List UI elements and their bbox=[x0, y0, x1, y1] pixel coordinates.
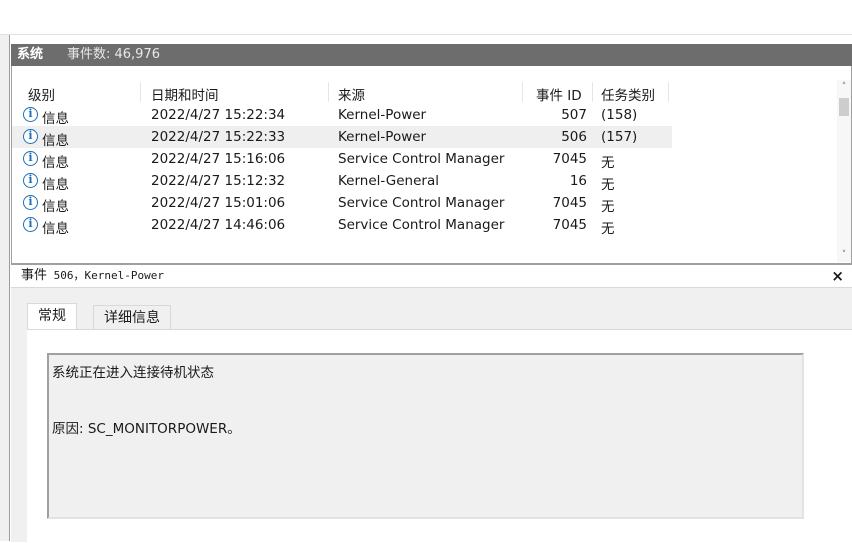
column-separator[interactable] bbox=[328, 82, 329, 102]
event-row[interactable]: 信息 2022/4/27 15:12:32 Kernel-General 16 … bbox=[12, 170, 672, 193]
column-header-source[interactable]: 来源 bbox=[338, 84, 365, 104]
event-detail-title-prefix: 事件 bbox=[21, 268, 48, 283]
event-level: 信息 bbox=[42, 133, 69, 149]
event-datetime: 2022/4/27 15:12:32 bbox=[151, 173, 286, 189]
event-row[interactable]: 信息 2022/4/27 15:01:06 Service Control Ma… bbox=[12, 192, 672, 215]
event-id: 7045 bbox=[552, 151, 587, 167]
event-detail-title: 事件 506，Kernel-Power bbox=[21, 265, 164, 287]
column-header-datetime[interactable]: 日期和时间 bbox=[151, 84, 219, 104]
event-row[interactable]: 信息 2022/4/27 15:16:06 Service Control Ma… bbox=[12, 148, 672, 171]
event-list-scrollbar[interactable]: ˄ ˅ bbox=[837, 80, 851, 262]
event-detail-title-id-source: 506，Kernel-Power bbox=[47, 269, 164, 282]
event-level: 信息 bbox=[42, 221, 69, 237]
event-log-panel: 系统 事件数: 46,976 级别 日期和时间 来源 事件 ID 任务类别 信息… bbox=[11, 44, 852, 543]
event-task-category: 无 bbox=[601, 199, 615, 215]
event-row[interactable]: 信息 2022/4/27 14:46:06 Service Control Ma… bbox=[12, 214, 672, 237]
event-source: Kernel-Power bbox=[338, 129, 427, 145]
info-icon bbox=[23, 217, 38, 232]
event-id: 7045 bbox=[552, 217, 587, 233]
event-level: 信息 bbox=[42, 111, 69, 127]
close-icon[interactable]: × bbox=[831, 265, 844, 287]
column-separator[interactable] bbox=[668, 82, 669, 102]
column-header-task-category[interactable]: 任务类别 bbox=[601, 84, 655, 104]
event-task-category: 无 bbox=[601, 155, 615, 171]
event-datetime: 2022/4/27 15:01:06 bbox=[151, 195, 286, 211]
event-id: 507 bbox=[561, 107, 587, 123]
event-message-box[interactable]: 系统正在进入连接待机状态 原因: SC_MONITORPOWER。 bbox=[47, 353, 804, 519]
event-row[interactable]: 信息 2022/4/27 15:22:34 Kernel-Power 507 (… bbox=[12, 104, 672, 127]
event-count: 事件数: 46,976 bbox=[67, 47, 160, 62]
event-detail-pane: 事件 506，Kernel-Power × 常规 详细信息 系统正在进入连接待机… bbox=[11, 264, 852, 543]
event-task-category: (157) bbox=[601, 129, 638, 145]
column-header-level[interactable]: 级别 bbox=[28, 84, 55, 104]
log-name: 系统 bbox=[17, 47, 44, 62]
event-level: 信息 bbox=[42, 155, 69, 171]
event-datetime: 2022/4/27 15:22:34 bbox=[151, 107, 286, 123]
tab-general[interactable]: 常规 bbox=[27, 303, 77, 330]
event-list-header: 级别 日期和时间 来源 事件 ID 任务类别 bbox=[12, 80, 672, 104]
event-source: Service Control Manager bbox=[338, 151, 505, 167]
event-level: 信息 bbox=[42, 177, 69, 193]
event-source: Service Control Manager bbox=[338, 195, 505, 211]
column-separator[interactable] bbox=[140, 82, 141, 102]
event-list[interactable]: 级别 日期和时间 来源 事件 ID 任务类别 信息 2022/4/27 15:2… bbox=[11, 66, 852, 264]
event-task-category: 无 bbox=[601, 177, 615, 193]
scroll-up-icon[interactable]: ˄ bbox=[837, 82, 851, 92]
event-source: Kernel-General bbox=[338, 173, 439, 189]
event-source: Kernel-Power bbox=[338, 107, 427, 123]
event-detail-title-bar: 事件 506，Kernel-Power × bbox=[11, 265, 852, 288]
info-icon bbox=[23, 173, 38, 188]
event-id: 506 bbox=[561, 129, 587, 145]
column-header-event-id[interactable]: 事件 ID bbox=[536, 84, 582, 104]
event-task-category: 无 bbox=[601, 221, 615, 237]
event-datetime: 2022/4/27 15:16:06 bbox=[151, 151, 286, 167]
column-separator[interactable] bbox=[592, 82, 593, 102]
scrollbar-thumb[interactable] bbox=[839, 98, 849, 116]
event-row-selected[interactable]: 信息 2022/4/27 15:22:33 Kernel-Power 506 (… bbox=[12, 126, 672, 149]
top-toolbar-area bbox=[0, 0, 852, 35]
event-message-line: 系统正在进入连接待机状态 bbox=[52, 365, 214, 381]
tab-details[interactable]: 详细信息 bbox=[93, 305, 171, 329]
event-datetime: 2022/4/27 15:22:33 bbox=[151, 129, 286, 145]
event-task-category: (158) bbox=[601, 107, 638, 123]
event-datetime: 2022/4/27 14:46:06 bbox=[151, 217, 286, 233]
column-separator[interactable] bbox=[522, 82, 523, 102]
info-icon bbox=[23, 107, 38, 122]
info-icon bbox=[23, 195, 38, 210]
event-message-reason: 原因: SC_MONITORPOWER。 bbox=[52, 421, 241, 437]
info-icon bbox=[23, 151, 38, 166]
log-title-bar: 系统 事件数: 46,976 bbox=[11, 44, 852, 66]
general-tab-page: 系统正在进入连接待机状态 原因: SC_MONITORPOWER。 bbox=[27, 329, 852, 543]
event-id: 7045 bbox=[552, 195, 587, 211]
event-id: 16 bbox=[569, 173, 587, 189]
navigation-pane-edge bbox=[0, 35, 10, 541]
event-source: Service Control Manager bbox=[338, 217, 505, 233]
event-level: 信息 bbox=[42, 199, 69, 215]
scroll-down-icon[interactable]: ˅ bbox=[837, 250, 851, 260]
info-icon bbox=[23, 129, 38, 144]
